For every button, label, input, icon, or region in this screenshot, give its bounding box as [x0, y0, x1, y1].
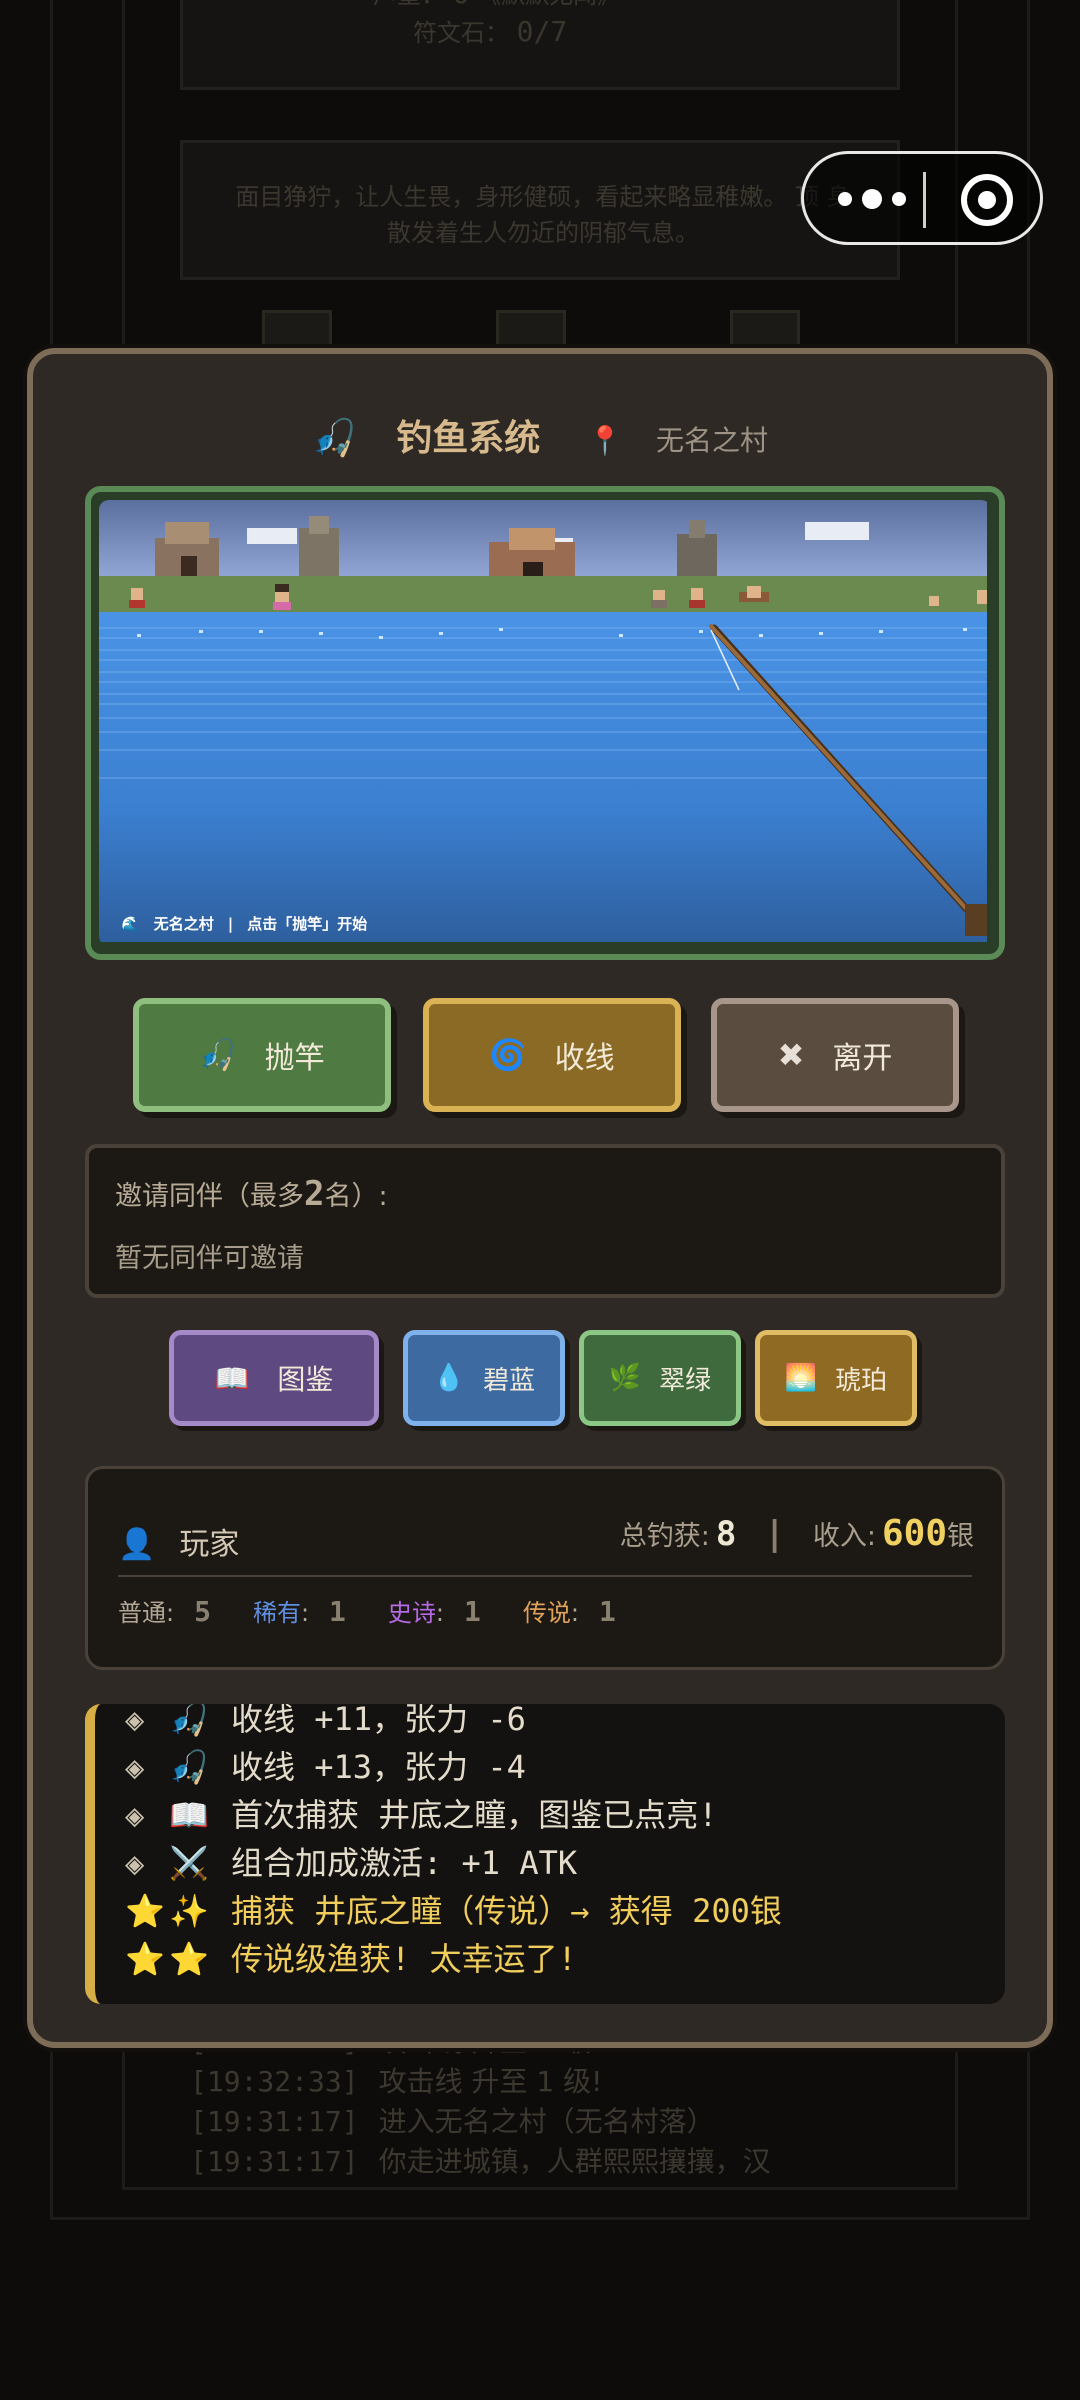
- rarity-rare: 稀有: 1: [252, 1595, 346, 1628]
- bait-jade-button[interactable]: 🌿 翠绿: [579, 1330, 741, 1426]
- location-pin-icon: 📍: [587, 424, 623, 457]
- book-icon: 📖: [169, 1796, 209, 1834]
- grass-shore: [99, 576, 987, 616]
- stats-divider: [118, 1575, 972, 1577]
- fishing-scene[interactable]: 🌊 无名之村 | 点击「抛竿」开始: [99, 500, 991, 946]
- star-icon: ⭐: [125, 1940, 165, 1978]
- wave-icon: 🌊: [121, 915, 140, 933]
- caption-separator: |: [227, 915, 234, 933]
- sunrise-icon: 🌅: [784, 1363, 818, 1393]
- herb-icon: 🌿: [608, 1363, 642, 1393]
- cloud: [805, 522, 869, 540]
- codex-label: 图鉴: [277, 1363, 334, 1396]
- scene-hint: 点击「抛竿」开始: [247, 915, 368, 933]
- invite-max: 2: [304, 1174, 325, 1214]
- log-line: ◈ ⚔️ 组合加成激活: +1 ATK: [125, 1844, 578, 1882]
- bait-azure-button[interactable]: 💧 碧蓝: [403, 1330, 565, 1426]
- income-unit: 银: [947, 1521, 974, 1552]
- capsule-divider: [923, 172, 926, 228]
- log-line: ◈ 🎣 收线 +13，张力 -4: [125, 1748, 526, 1786]
- crossed-swords-icon: ⚔️: [169, 1844, 209, 1882]
- bg-rune-label: 符文石：: [413, 19, 509, 47]
- bg-log-line: [19:32:33]攻击线 升至 1 级!: [190, 2065, 603, 2098]
- income-label: 收入: [812, 1521, 867, 1552]
- scene-caption: 🌊 无名之村 | 点击「抛竿」开始: [121, 913, 381, 934]
- sparkles-icon: ✨: [169, 1892, 209, 1930]
- log-line-highlight: ⭐ ⭐ 传说级渔获! 太幸运了!: [125, 1940, 577, 1978]
- rarity-common: 普通: 5: [118, 1595, 211, 1628]
- invite-label: 邀请同伴（最多2名）:: [115, 1174, 388, 1214]
- invite-empty-text: 暂无同伴可邀请: [115, 1243, 304, 1274]
- total-catch-label: 总钓获: [619, 1521, 701, 1552]
- income-value: 600: [881, 1513, 947, 1554]
- book-icon: 📖: [214, 1361, 250, 1395]
- bg-stats-panel: 声望： 0 《默默无闻》 符文石： 0/7: [180, 0, 900, 90]
- bg-rune-value: 0/7: [516, 15, 568, 48]
- log-line: ◈ 📖 首次捕获 井底之瞳，图鉴已点亮!: [125, 1796, 718, 1834]
- modal-header: 🎣 钓鱼系统 📍 无名之村: [33, 409, 1047, 469]
- bg-fame-value: 0: [453, 0, 470, 10]
- invite-label-suffix: 名）:: [324, 1181, 388, 1212]
- azure-label: 碧蓝: [483, 1365, 536, 1396]
- leave-label: 离开: [832, 1041, 893, 1076]
- miniprogram-capsule: [801, 151, 1043, 245]
- star-icon: ⭐: [125, 1892, 165, 1930]
- location-name: 无名之村: [656, 424, 769, 457]
- lake-water: [99, 612, 987, 942]
- bg-log-line: [19:31:17] 进入无名之村（无名村落）: [190, 2105, 715, 2138]
- totals-separator: |: [764, 1514, 785, 1554]
- log-line: ◈ 🎣 收线 +11，张力 -6: [125, 1704, 995, 1742]
- fishing-modal: 🎣 钓鱼系统 📍 无名之村 🌊 无名之村 | 点击「抛竿」开始 🎣 抛竿 🌀 收…: [27, 348, 1053, 2048]
- more-dots-icon[interactable]: [838, 183, 908, 217]
- bg-equipment-slot: [730, 310, 800, 350]
- amber-label: 琥珀: [835, 1365, 888, 1396]
- fishing-rod-icon: 🎣: [169, 1704, 209, 1738]
- bg-fame-title: 《默默无闻》: [477, 0, 621, 9]
- rarity-legendary: 传说: 1: [522, 1595, 616, 1628]
- droplet-icon: 💧: [432, 1363, 466, 1393]
- player-name: 玩家: [179, 1527, 240, 1562]
- bg-equipment-slot: [496, 310, 566, 350]
- bait-amber-button[interactable]: 🌅 琥珀: [755, 1330, 917, 1426]
- bg-log-line: [19:31:17] 你走进城镇，人群熙熙攘攘，汉: [190, 2145, 771, 2178]
- target-close-icon[interactable]: [961, 174, 1013, 226]
- rarity-breakdown: 普通: 5 稀有: 1 史诗: 1 传说: 1: [118, 1593, 658, 1628]
- modal-title: 钓鱼系统: [396, 418, 541, 459]
- total-catch-value: 8: [715, 1514, 737, 1554]
- fishing-scene-frame: 🌊 无名之村 | 点击「抛竿」开始: [85, 486, 1005, 960]
- leave-button[interactable]: ✖ 离开: [711, 998, 959, 1112]
- fishing-stats-panel: 👤 玩家 总钓获: 8 | 收入: 600 银 普通: 5 稀有: 1 史诗: 1 传说…: [85, 1466, 1005, 1670]
- cloud: [247, 528, 297, 544]
- close-icon: ✖: [777, 1036, 805, 1074]
- star-icon: ⭐: [169, 1940, 209, 1978]
- cast-button[interactable]: 🎣 抛竿: [133, 998, 391, 1112]
- fishing-rod-icon: 🎣: [199, 1037, 237, 1073]
- invite-label-prefix: 邀请同伴（最多: [115, 1181, 304, 1212]
- scene-art: [99, 500, 987, 942]
- bg-game-log: [19:32:33]攻击线 升至 1 级! [19:32:33]攻击线 升至 1…: [190, 2020, 890, 2240]
- log-line-highlight: ⭐ ✨ 捕获 井底之瞳（传说）→ 获得 200银: [125, 1892, 782, 1930]
- fishing-log[interactable]: ◈ 🎣 收线 +11，张力 -6 ◈ 🎣 收线 +13，张力 -4 ◈ 📖 首次捕获 井底之…: [85, 1704, 1005, 2004]
- rarity-epic: 史诗: 1: [387, 1595, 481, 1628]
- bg-description: 面目狰狞，让人生畏，身形健硕，看起来略显稚嫩。 顶 身散发着生人勿近的阴郁气息。: [235, 183, 851, 247]
- bg-description-panel: 面目狰狞，让人生畏，身形健硕，看起来略显稚嫩。 顶 身散发着生人勿近的阴郁气息。: [180, 140, 900, 280]
- cast-label: 抛竿: [264, 1041, 325, 1076]
- user-icon: 👤: [118, 1527, 156, 1562]
- totals: 总钓获: 8 | 收入: 600 银: [619, 1513, 974, 1554]
- player-info: 👤 玩家: [118, 1519, 239, 1563]
- fishing-rod-icon: 🎣: [311, 418, 357, 459]
- reel-label: 收线: [554, 1041, 615, 1076]
- bg-fame-label: 声望：: [373, 0, 445, 9]
- fishing-rod-icon: 🎣: [169, 1748, 209, 1786]
- invite-panel: 邀请同伴（最多2名）: 暂无同伴可邀请: [85, 1144, 1005, 1298]
- cyclone-icon: 🌀: [489, 1037, 527, 1073]
- scene-location: 无名之村: [153, 915, 214, 933]
- bg-equipment-slot: [262, 310, 332, 350]
- reel-button[interactable]: 🌀 收线: [423, 998, 681, 1112]
- jade-label: 翠绿: [659, 1365, 712, 1396]
- codex-button[interactable]: 📖 图鉴: [169, 1330, 379, 1426]
